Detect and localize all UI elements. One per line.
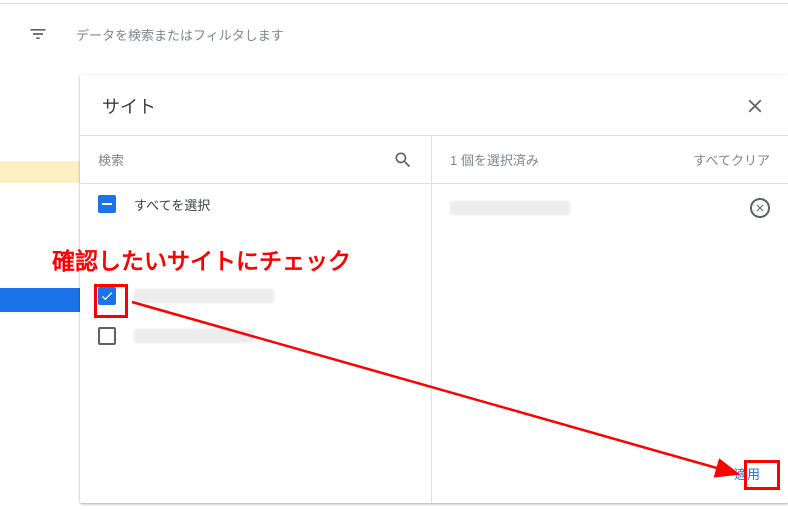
- selected-items-panel: 1 個を選択済み すべてクリア 適用: [432, 136, 788, 503]
- selected-site-row: [432, 184, 788, 232]
- annotation-highlight-apply: [744, 460, 780, 490]
- search-placeholder[interactable]: データを検索またはフィルタします: [76, 25, 284, 44]
- remove-icon: [754, 202, 766, 214]
- site-item-1[interactable]: [80, 276, 431, 316]
- sidebar-highlight-yellow: [0, 160, 80, 184]
- remove-selected-button[interactable]: [750, 198, 770, 218]
- dialog-title: サイト: [102, 93, 156, 119]
- search-icon[interactable]: [393, 150, 413, 170]
- annotation-highlight-checkbox: [94, 284, 128, 318]
- selected-site-name-redacted: [450, 201, 570, 215]
- clear-all-button[interactable]: すべてクリア: [693, 150, 770, 169]
- close-button[interactable]: [744, 95, 766, 117]
- filter-icon[interactable]: [28, 24, 48, 44]
- site-name-redacted: [134, 289, 274, 303]
- available-items-panel: 検索 すべてを選択: [80, 136, 432, 503]
- selected-count-label: 1 個を選択済み: [450, 150, 539, 169]
- filter-bar: データを検索またはフィルタします: [0, 4, 788, 64]
- site-filter-dialog: サイト 検索 すべてを選択: [80, 75, 788, 503]
- search-label: 検索: [98, 150, 124, 169]
- select-all-label: すべてを選択: [134, 195, 210, 214]
- sidebar-highlight-blue: [0, 288, 80, 312]
- site-item-2[interactable]: [80, 316, 431, 356]
- select-all-row[interactable]: すべてを選択: [80, 184, 431, 224]
- select-all-checkbox[interactable]: [98, 195, 116, 213]
- close-icon: [744, 95, 766, 117]
- site-name-redacted: [134, 329, 254, 343]
- site-checkbox-unchecked[interactable]: [98, 327, 116, 345]
- annotation-text: 確認したいサイトにチェック: [52, 242, 351, 276]
